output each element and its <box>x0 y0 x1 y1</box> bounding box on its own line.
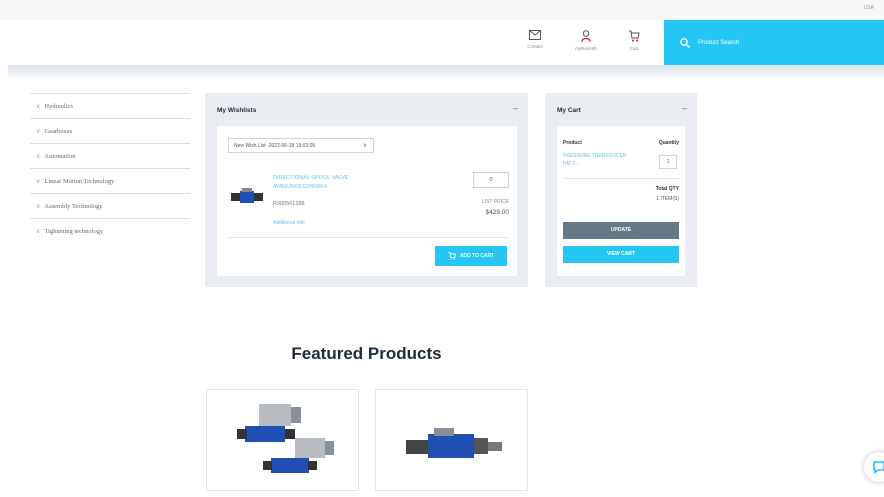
contact-label: Contact <box>527 44 543 49</box>
divider <box>563 178 679 179</box>
featured-products-heading: Featured Products <box>291 344 442 363</box>
wishlist-minimize-button[interactable]: – <box>513 103 518 113</box>
wishlist-select-value: New Wish List -2022-06-18 19:03:05 <box>234 142 316 149</box>
quantity-input[interactable]: 0 <box>473 172 509 188</box>
sidebar-item-gearboxes[interactable]: ∨ Gearboxes <box>30 118 190 143</box>
product-image[interactable] <box>229 181 265 211</box>
chevron-down-icon: ∨ <box>36 228 41 235</box>
total-qty-label: Total QTY <box>655 186 679 192</box>
chevron-down-icon: ∨ <box>36 128 41 135</box>
featured-product-card[interactable] <box>375 389 528 491</box>
chat-button[interactable] <box>864 452 884 482</box>
cart-product-link[interactable]: PRESSURE TRANSDUCER HM 2... <box>563 152 631 168</box>
header-divider <box>8 65 884 80</box>
cart-column-quantity: Quantity <box>658 140 679 146</box>
sidebar-item-assembly[interactable]: ∨ Assembly Technology <box>30 193 190 218</box>
product-search-button[interactable]: Product Search <box>664 20 884 65</box>
sidebar-item-label: Assembly Technology <box>44 202 103 210</box>
sidebar-item-linear-motion[interactable]: ∨ Linear Motion Technology <box>30 168 190 193</box>
sidebar-item-tightening[interactable]: ∨ Tightening technology <box>30 218 190 243</box>
cart-label: Cart <box>629 46 639 51</box>
sidebar-item-label: Linear Motion Technology <box>44 177 115 185</box>
top-bar: USA <box>0 0 884 20</box>
sidebar-item-label: Tightening technology <box>44 227 104 235</box>
user-icon <box>581 30 591 42</box>
product-name-link[interactable]: DIRECTIONAL SPOOL VALVE 4WE6J6X/EG24N9K4 <box>273 174 403 192</box>
chevron-down-icon: ∨ <box>36 103 41 110</box>
chevron-down-icon: ∨ <box>36 203 41 210</box>
envelope-icon <box>529 30 541 40</box>
update-button[interactable]: UPDATE <box>563 222 679 239</box>
chevron-down-icon: ∨ <box>36 153 41 160</box>
region-label[interactable]: USA <box>864 5 874 11</box>
chat-icon <box>873 461 884 474</box>
myaccount-link[interactable]: myRexroth <box>564 30 608 51</box>
cart-quantity-input[interactable]: 1 <box>659 155 677 169</box>
chevron-down-icon: ∨ <box>362 143 367 149</box>
sidebar-item-label: Hydraulics <box>44 102 73 110</box>
chevron-down-icon: ∨ <box>36 178 41 185</box>
sidebar-item-automation[interactable]: ∨ Automation <box>30 143 190 168</box>
add-to-cart-button[interactable]: ADD TO CART <box>435 246 507 266</box>
additional-info-link[interactable]: Additional Info <box>273 220 305 226</box>
add-to-cart-label: ADD TO CART <box>459 253 495 259</box>
search-label: Product Search <box>698 39 740 46</box>
cart-body: Product Quantity PRESSURE TRANSDUCER HM … <box>557 126 685 276</box>
search-icon <box>680 37 690 48</box>
product-image <box>237 404 334 473</box>
list-price-label: LIST PRICE <box>481 199 509 205</box>
cart-panel: My Cart – Product Quantity PRESSURE TRAN… <box>545 93 697 287</box>
myaccount-label: myRexroth <box>575 46 597 51</box>
wishlist-panel: My Wishlists – New Wish List -2022-06-18… <box>205 93 528 287</box>
featured-product-card[interactable] <box>206 389 359 491</box>
wishlist-select[interactable]: New Wish List -2022-06-18 19:03:05 ∨ <box>228 138 374 153</box>
divider <box>228 237 508 238</box>
total-qty-value: 1 ITEM(S) <box>656 196 679 202</box>
sidebar-item-label: Gearboxes <box>44 127 73 135</box>
wishlist-title: My Wishlists <box>217 107 257 114</box>
cart-column-product: Product <box>563 140 582 146</box>
product-sku: R900561288 <box>273 201 305 207</box>
view-cart-button[interactable]: VIEW CART <box>563 246 679 263</box>
list-price: $429.00 <box>485 209 510 216</box>
sidebar-item-hydraulics[interactable]: ∨ Hydraulics <box>30 93 190 118</box>
cart-icon <box>629 30 640 42</box>
cart-title: My Cart <box>557 107 581 114</box>
product-image <box>406 428 502 458</box>
cart-icon <box>448 252 456 260</box>
sidebar-item-label: Automation <box>44 152 76 160</box>
cart-link[interactable]: Cart <box>612 30 656 51</box>
contact-link[interactable]: Contact <box>513 30 557 49</box>
category-sidebar: ∨ Hydraulics ∨ Gearboxes ∨ Automation ∨ … <box>30 93 190 243</box>
cart-minimize-button[interactable]: – <box>682 103 687 113</box>
wishlist-body: New Wish List -2022-06-18 19:03:05 ∨ DIR… <box>217 126 517 276</box>
